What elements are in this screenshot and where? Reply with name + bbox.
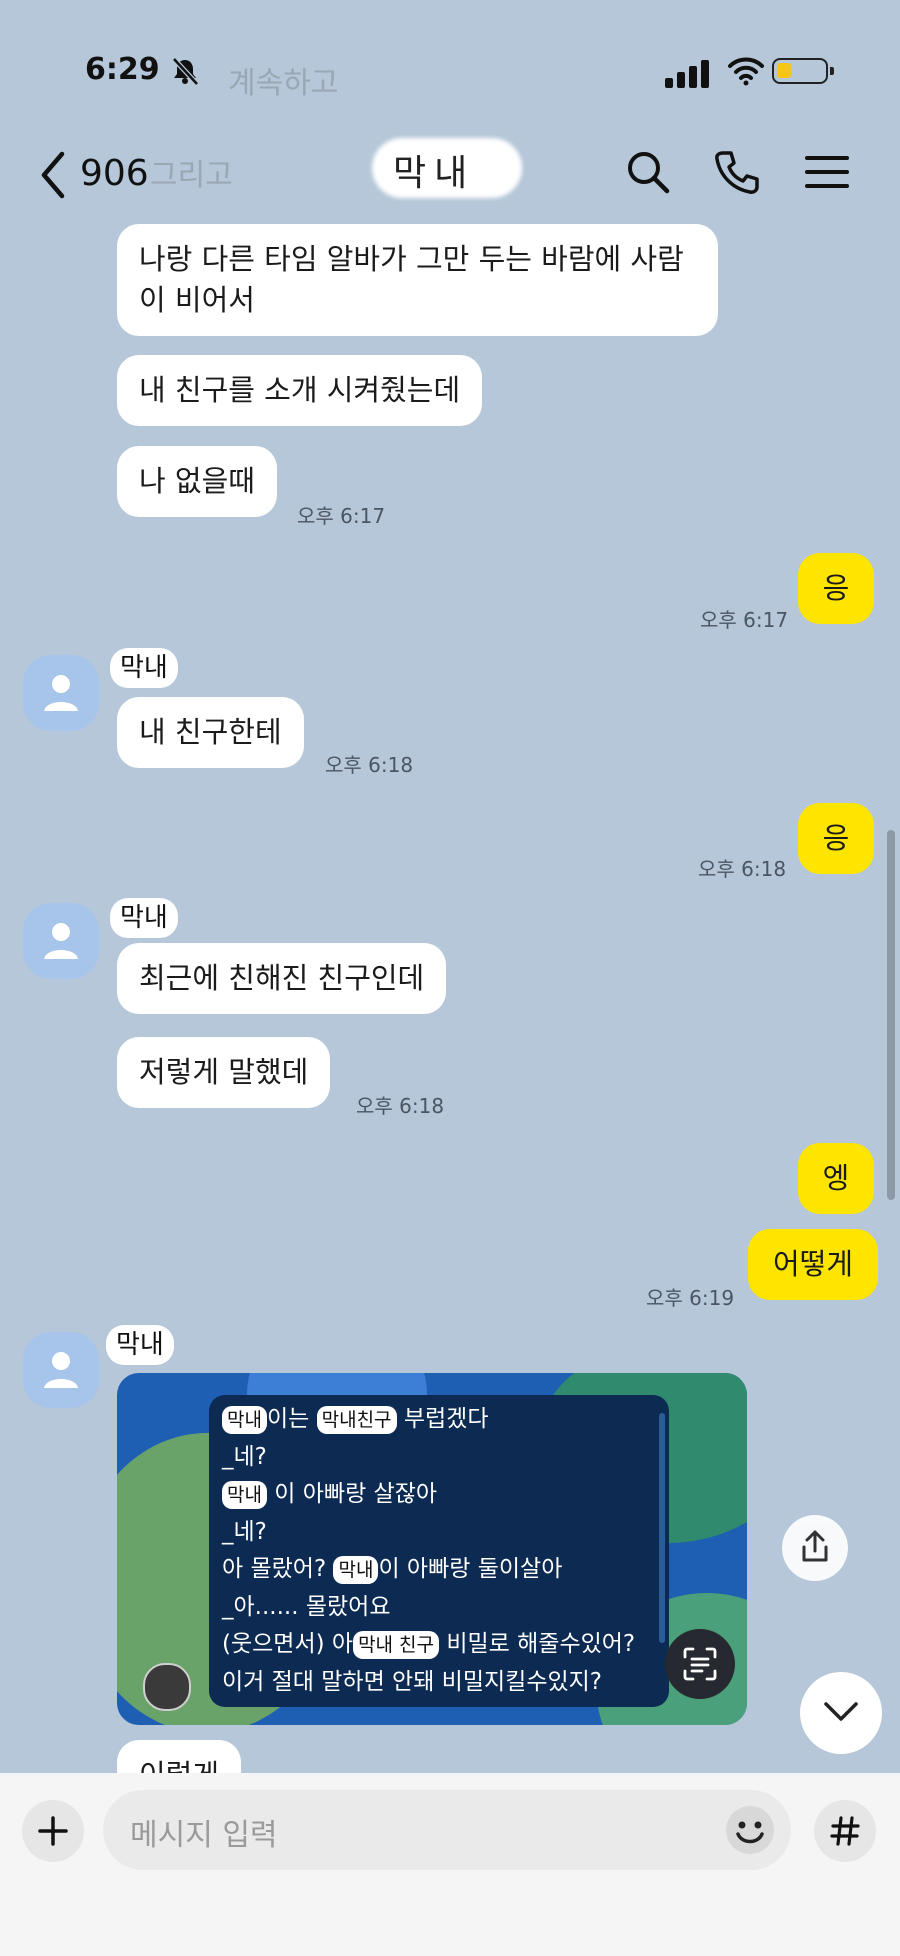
timestamp: 오후 6:18 bbox=[698, 857, 787, 881]
emoji-icon bbox=[726, 1806, 774, 1854]
avatar[interactable] bbox=[23, 655, 99, 731]
scan-text-icon bbox=[683, 1647, 717, 1681]
share-icon bbox=[802, 1530, 828, 1562]
redaction-mark: 막내 bbox=[222, 1481, 267, 1509]
sender-name: 막내 bbox=[110, 898, 178, 938]
redaction-mark: 막내친구 bbox=[316, 1406, 397, 1434]
avatar bbox=[143, 1663, 191, 1711]
scan-text-button[interactable] bbox=[665, 1629, 735, 1699]
redaction-mark: 막내 친구 bbox=[353, 1631, 440, 1659]
timestamp: 오후 6:19 bbox=[646, 1286, 735, 1310]
image-line: 이는 bbox=[266, 1406, 310, 1432]
menu-icon[interactable] bbox=[803, 148, 851, 196]
message-bubble[interactable]: 나랑 다른 타임 알바가 그만 두는 바람에 사람이 비어서 bbox=[117, 224, 718, 336]
hash-icon bbox=[830, 1816, 860, 1846]
image-scrollbar bbox=[659, 1413, 665, 1643]
unread-count[interactable]: 906 bbox=[80, 153, 149, 194]
back-chevron-icon[interactable] bbox=[38, 150, 68, 207]
ghost-text: 그리고 bbox=[150, 158, 233, 193]
message-bubble[interactable]: 나 없을때 bbox=[117, 446, 277, 517]
image-line: 비밀로 해줄수있어? bbox=[446, 1631, 636, 1657]
redaction-mark: 막내 bbox=[333, 1556, 379, 1584]
plus-icon bbox=[38, 1816, 68, 1846]
chevron-down-icon bbox=[824, 1702, 858, 1721]
my-message-bubble[interactable]: 응 bbox=[798, 553, 874, 624]
image-line: (웃으면서) 아 bbox=[222, 1631, 354, 1657]
timestamp: 오후 6:17 bbox=[297, 504, 386, 528]
my-message-bubble[interactable]: 응 bbox=[798, 803, 874, 874]
message-bubble[interactable]: 최근에 친해진 친구인데 bbox=[117, 943, 447, 1014]
hash-button[interactable] bbox=[814, 1800, 876, 1862]
timestamp: 오후 6:18 bbox=[356, 1094, 445, 1118]
timestamp: 오후 6:17 bbox=[700, 608, 789, 632]
my-message-bubble[interactable]: 엥 bbox=[798, 1143, 874, 1214]
avatar[interactable] bbox=[23, 903, 99, 979]
image-line: 부럽겠다 bbox=[403, 1406, 489, 1432]
message-bubble[interactable]: 내 친구한테 bbox=[117, 697, 304, 768]
timestamp: 오후 6:18 bbox=[325, 753, 414, 777]
bell-slash-icon bbox=[172, 57, 199, 86]
my-message-bubble[interactable]: 어떻게 bbox=[748, 1229, 878, 1300]
image-message[interactable]: 막내 이는 막내친구 부럽겠다 _네? 막내 이 아빠랑 살잖아 _네? 아 몰랐… bbox=[117, 1373, 747, 1725]
avatar-person-icon bbox=[44, 923, 78, 959]
message-bubble[interactable]: 저렇게 말했데 bbox=[117, 1037, 331, 1108]
image-line: 아 몰랐어? bbox=[222, 1556, 327, 1582]
cell-signal-icon bbox=[665, 60, 709, 88]
chat-title: 막내 bbox=[393, 153, 476, 194]
phone-icon[interactable] bbox=[713, 148, 761, 196]
avatar-person-icon bbox=[44, 1352, 78, 1388]
redaction-mark: 막내 bbox=[222, 1406, 267, 1434]
status-time: 6:29 bbox=[85, 52, 160, 87]
emoji-button[interactable] bbox=[723, 1803, 777, 1857]
avatar-person-icon bbox=[44, 675, 78, 711]
message-input-placeholder: 메시지 입력 bbox=[130, 1818, 278, 1853]
image-line: 이거 절대 말하면 안돼 비밀지킬수있지? bbox=[222, 1668, 603, 1695]
image-line: 이 아빠랑 둘이살아 bbox=[378, 1556, 563, 1582]
scrollbar[interactable] bbox=[887, 830, 895, 1200]
image-text: 막내 이는 막내친구 부럽겠다 _네? 막내 이 아빠랑 살잖아 _네? 아 몰랐… bbox=[222, 1401, 635, 1701]
ghost-text: 계속하고 bbox=[228, 66, 339, 101]
image-line: 이 아빠랑 살잖아 bbox=[274, 1481, 438, 1507]
attach-button[interactable] bbox=[22, 1800, 84, 1862]
wifi-icon bbox=[728, 57, 764, 86]
battery-icon bbox=[772, 58, 834, 84]
scroll-down-button[interactable] bbox=[800, 1672, 882, 1754]
sender-name: 막내 bbox=[106, 1325, 174, 1365]
share-button[interactable] bbox=[782, 1515, 848, 1581]
image-line: _네? bbox=[222, 1443, 267, 1470]
image-line: _아...... 몰랐어요 bbox=[222, 1593, 391, 1620]
search-icon[interactable] bbox=[624, 148, 672, 196]
image-line: _네? bbox=[222, 1518, 267, 1545]
message-bubble[interactable]: 내 친구를 소개 시켜줬는데 bbox=[117, 355, 483, 426]
sender-name: 막내 bbox=[110, 648, 178, 688]
avatar[interactable] bbox=[23, 1332, 99, 1408]
